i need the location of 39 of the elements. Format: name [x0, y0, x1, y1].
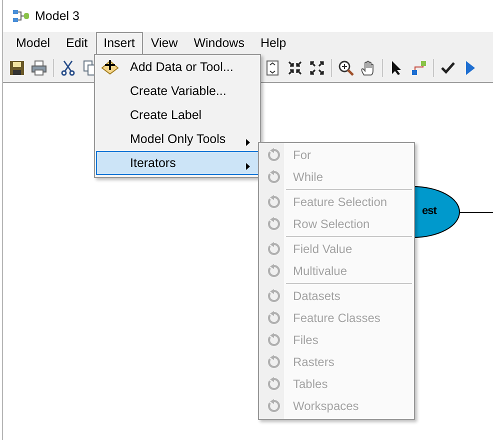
save-icon[interactable] — [9, 60, 25, 76]
expand-icon[interactable] — [309, 60, 325, 76]
circular-arrow-icon — [267, 217, 281, 231]
menu-item[interactable]: Insert — [96, 32, 143, 54]
circular-arrow-icon — [267, 264, 281, 278]
circular-arrow-icon — [267, 355, 281, 369]
app-icon — [12, 8, 30, 22]
connector-line — [460, 212, 493, 213]
page-icon[interactable] — [265, 60, 281, 76]
hand-icon[interactable] — [360, 60, 376, 76]
check-icon[interactable] — [440, 60, 456, 76]
menu-item[interactable]: Create Variable... — [96, 79, 259, 103]
zoom-in-icon[interactable] — [338, 60, 354, 76]
menu-item[interactable]: Edit — [58, 32, 96, 54]
circular-arrow-icon — [267, 195, 281, 209]
print-icon[interactable] — [31, 60, 47, 76]
submenu-arrow-icon — [246, 163, 250, 170]
menu-item[interactable]: View — [142, 32, 186, 54]
connect-icon[interactable] — [411, 60, 427, 76]
circular-arrow-icon — [267, 170, 281, 184]
menu-item[interactable]: Windows — [186, 32, 252, 54]
circular-arrow-icon — [267, 289, 281, 303]
scissors-icon[interactable] — [60, 60, 76, 76]
circular-arrow-icon — [267, 333, 281, 347]
shrink-icon[interactable] — [287, 60, 303, 76]
circular-arrow-icon — [267, 148, 281, 162]
menu-item[interactable]: Model — [8, 32, 58, 54]
circular-arrow-icon — [267, 399, 281, 413]
menu-item[interactable]: Create Label — [96, 103, 259, 127]
submenu-arrow-icon — [246, 139, 250, 146]
menu-item[interactable]: Model Only Tools — [96, 127, 259, 151]
window-title: Model 3 — [35, 8, 80, 22]
circular-arrow-icon — [267, 311, 281, 325]
circular-arrow-icon — [267, 377, 281, 391]
menu-item[interactable]: Iterators — [96, 151, 259, 175]
circular-arrow-icon — [267, 242, 281, 256]
menu-item[interactable]: Help — [252, 32, 294, 54]
add-icon — [101, 59, 119, 75]
node-label: est — [422, 205, 436, 217]
